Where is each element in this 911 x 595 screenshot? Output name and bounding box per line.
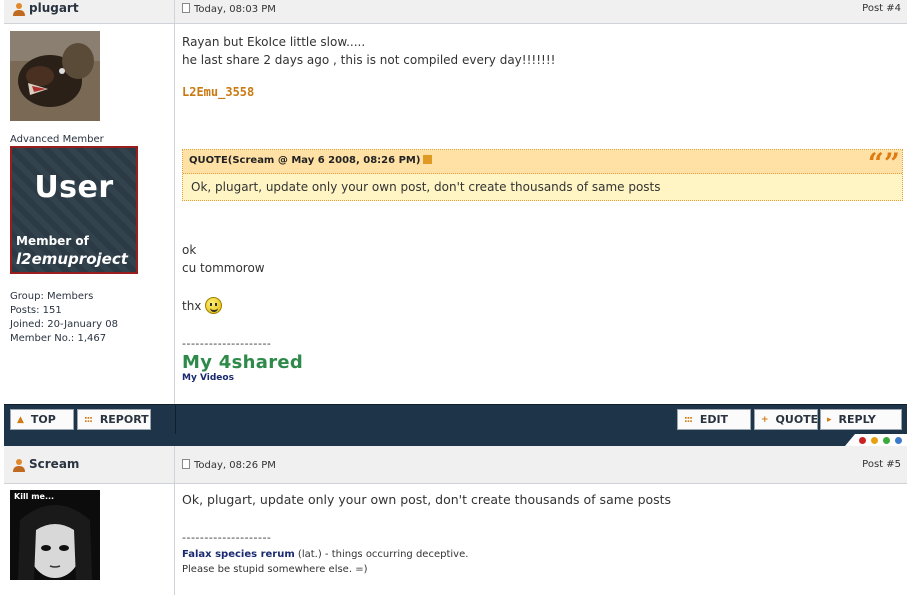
report-button[interactable]: ::: REPORT — [77, 409, 151, 430]
blue-dot-icon — [895, 437, 902, 444]
quote-body: Ok, plugart, update only your own post, … — [191, 180, 661, 194]
signature-divider: -------------------- — [182, 531, 272, 544]
post-text-line: cu tommorow — [182, 261, 265, 275]
signature-line: Falax species rerum (lat.) - things occu… — [182, 547, 901, 562]
post-number-link[interactable]: Post #4 — [862, 3, 901, 14]
document-icon — [182, 3, 190, 13]
author-cell: plugart — [4, 0, 175, 23]
red-dot-icon — [859, 437, 866, 444]
stat-joined: Joined: 20-January 08 — [10, 319, 118, 330]
member-rank: Advanced Member — [10, 134, 104, 145]
signature-rest: (lat.) - things occurring deceptive. — [294, 549, 469, 560]
member-stats: Group: Members Posts: 151 Joined: 20-Jan… — [10, 290, 118, 346]
stat-posts: Posts: 151 — [10, 305, 62, 316]
post-text-line: ok — [182, 243, 197, 257]
badge-member-of: Member of — [16, 234, 89, 248]
post-body: Advanced Member User Member of l2emuproj… — [4, 24, 907, 404]
l2emu-link[interactable]: L2Emu_3558 — [182, 83, 901, 101]
post-content: Ok, plugart, update only your own post, … — [182, 491, 901, 577]
post-meta: Today, 08:03 PM — [182, 3, 276, 15]
signature-divider: -------------------- — [182, 337, 272, 350]
post-text-line: Ok, plugart, update only your own post, … — [182, 492, 672, 507]
post-timestamp: Today, 08:26 PM — [194, 460, 276, 471]
post-header: Scream Today, 08:26 PM Post #5 — [4, 446, 907, 484]
edit-button[interactable]: ::: EDIT — [677, 409, 751, 430]
quote-link-icon[interactable] — [423, 155, 433, 164]
reply-label: REPLY — [838, 413, 876, 426]
author-sidebar: Advanced Member User Member of l2emuproj… — [4, 24, 175, 404]
report-label: REPORT — [99, 413, 149, 426]
signature-line-2: Please be stupid somewhere else. =) — [182, 564, 368, 575]
quote-marks-icon: “” — [867, 147, 900, 180]
post-text-line: Rayan but EkoIce little slow..... — [182, 35, 366, 49]
signature-sub-link[interactable]: My Videos — [182, 373, 901, 383]
member-badge: User Member of l2emuproject — [10, 146, 138, 274]
smiley-icon — [205, 297, 223, 314]
post-content: Rayan but EkoIce little slow..... he las… — [182, 33, 901, 101]
signature-bold: Falax species rerum — [182, 549, 295, 560]
dots-icon: ::: — [684, 414, 693, 425]
post-text-line: thx — [182, 299, 202, 313]
post-header: plugart Today, 08:03 PM Post #4 — [4, 0, 907, 24]
stat-group: Group: Members — [10, 291, 94, 302]
user-icon — [13, 3, 25, 16]
post-number-link[interactable]: Post #5 — [862, 459, 901, 470]
quote-header-text: QUOTE(Scream @ May 6 2008, 08:26 PM) — [189, 155, 421, 166]
top-button[interactable]: ▲ TOP — [10, 409, 74, 430]
dots-icon: ::: — [84, 414, 93, 425]
post-reply-content: ok cu tommorow thx -------------------- … — [182, 241, 901, 383]
arrow-up-icon: ▲ — [17, 414, 24, 425]
green-dot-icon — [883, 437, 890, 444]
plus-icon: + — [761, 414, 768, 425]
author-name[interactable]: Scream — [29, 457, 79, 471]
avatar-caption: Kill me... — [14, 492, 54, 501]
post-text-line: he last share 2 days ago , this is not c… — [182, 53, 556, 67]
reply-arrow-icon: ▸ — [827, 414, 831, 425]
avatar — [10, 31, 100, 121]
author-cell: Scream — [4, 446, 175, 483]
quote-button[interactable]: + QUOTE — [754, 409, 818, 430]
action-divider — [175, 405, 176, 434]
post-body: Kill me... Ok, plugart, update only your… — [4, 484, 907, 595]
reply-button[interactable]: ▸ REPLY — [820, 409, 902, 430]
user-icon — [13, 459, 25, 472]
avatar: Kill me... — [10, 490, 100, 580]
author-name[interactable]: plugart — [29, 1, 79, 15]
quote-header: QUOTE(Scream @ May 6 2008, 08:26 PM) “” — [183, 147, 902, 180]
document-icon — [182, 459, 190, 469]
post-timestamp: Today, 08:03 PM — [194, 4, 276, 15]
stat-member-no: Member No.: 1,467 — [10, 333, 107, 344]
post-meta: Today, 08:26 PM — [182, 459, 276, 471]
badge-project: l2emuproject — [16, 250, 128, 268]
quote-label: QUOTE — [775, 413, 819, 426]
signature-link[interactable]: My 4shared — [182, 353, 901, 373]
author-sidebar: Kill me... — [4, 484, 175, 595]
top-label: TOP — [30, 413, 56, 426]
edit-label: EDIT — [699, 413, 729, 426]
quote-box: QUOTE(Scream @ May 6 2008, 08:26 PM) “” … — [182, 147, 903, 201]
orange-dot-icon — [871, 437, 878, 444]
badge-title: User — [34, 170, 114, 205]
post-separator — [4, 434, 907, 446]
post-action-bar: ▲ TOP ::: REPORT ::: EDIT + QUOTE ▸ REPLY — [4, 404, 907, 434]
